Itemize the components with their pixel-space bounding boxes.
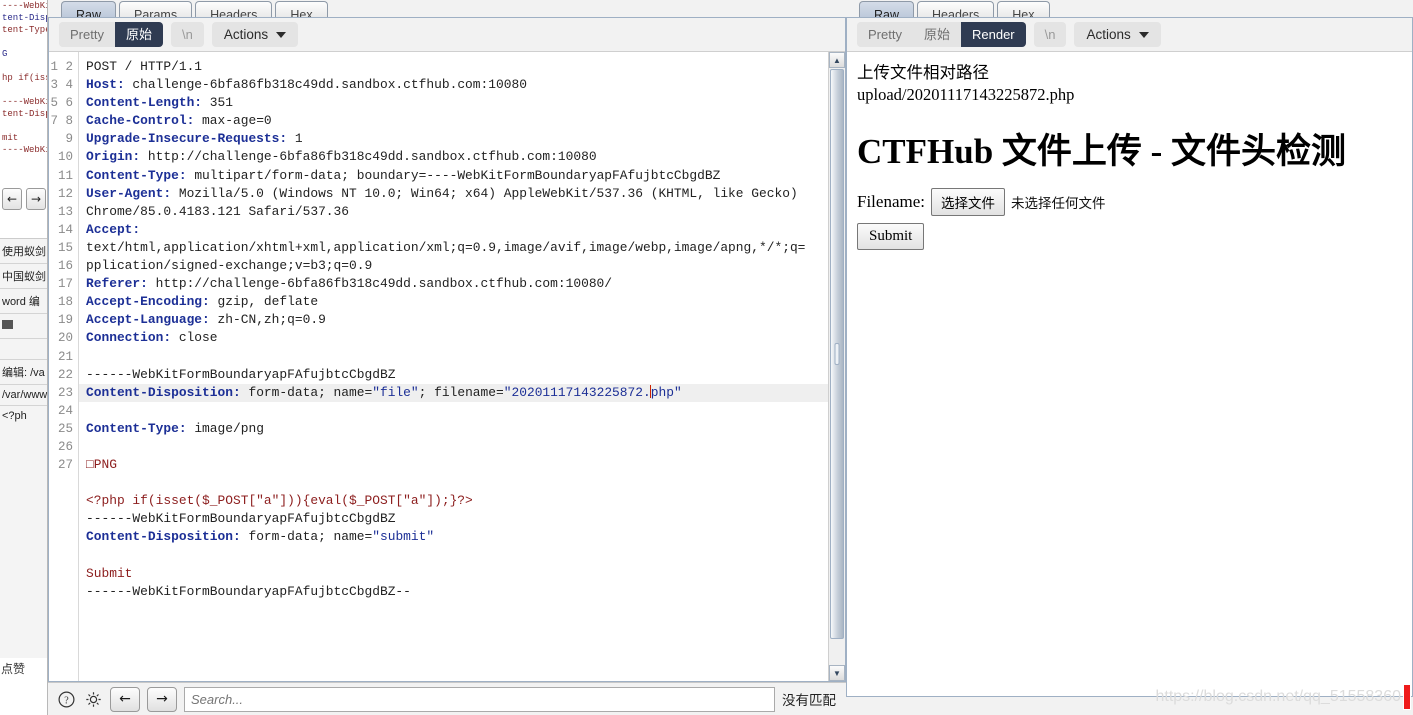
choose-file-button[interactable]: 选择文件 [930,188,1005,216]
request-raw-text[interactable]: POST / HTTP/1.1 Host: challenge-6bfa86fb… [79,52,845,681]
svg-text:?: ? [64,695,69,706]
response-actions-label: Actions [1086,27,1131,42]
background-code-line: hp if(isse [2,73,47,83]
background-code-line: ----WebKitF [2,1,47,11]
background-antsword-row: word 编 [0,288,47,313]
request-vertical-scrollbar[interactable]: ▲ ▼ [828,52,845,681]
background-antsword-rows: 使用蚁剑中国蚁剑 word 编 编辑: /va/var/www <?ph [0,239,47,426]
request-editor[interactable]: 1 2 3 4 5 6 7 8 9 10 11 12 13 14 15 16 1… [49,52,845,681]
response-view-mode-group: Pretty 原始 Render [857,22,1026,47]
question-mark-icon[interactable]: ? [56,689,76,709]
no-file-selected-text: 未选择任何文件 [1010,196,1106,211]
background-code-line [0,120,47,132]
response-panel: Pretty 原始 Render \n Actions 上传文件相对路径 upl… [846,17,1413,697]
request-toolbar: Pretty 原始 \n Actions [49,18,845,52]
request-line-numbers: 1 2 3 4 5 6 7 8 9 10 11 12 13 14 15 16 1… [49,52,79,681]
background-code-line: mit [2,133,19,143]
background-code-line: G [2,49,8,59]
request-panel: Pretty 原始 \n Actions 1 2 3 4 5 6 7 8 9 1… [48,17,846,682]
request-panel-body: Pretty 原始 \n Actions 1 2 3 4 5 6 7 8 9 1… [49,18,845,681]
response-toolbar: Pretty 原始 Render \n Actions [847,18,1412,52]
scrollbar-thumb[interactable] [830,69,844,639]
background-back-arrow-icon: ← [2,188,22,210]
background-code-line: tent-Dispo [2,13,47,23]
background-code-line: tent-Dispo [2,109,47,119]
request-raw-button[interactable]: 原始 [114,22,163,47]
csdn-watermark: https://blog.csdn.net/qq_51558360 [1155,688,1401,705]
scroll-up-arrow-icon[interactable]: ▲ [829,52,845,68]
request-view-mode-group: Pretty 原始 [59,22,163,47]
response-pretty-button[interactable]: Pretty [857,22,913,47]
background-code-lines: ----WebKitF tent-Dispo tent-Type: G hp if(… [0,0,47,156]
response-newline-button[interactable]: \n [1033,22,1067,47]
background-grid-icon [0,313,47,338]
upload-path-label: 上传文件相对路径 [857,63,989,82]
response-actions-button[interactable]: Actions [1074,22,1161,47]
request-newline-button[interactable]: \n [170,22,204,47]
chevron-down-icon [276,31,287,38]
chevron-down-icon [1138,31,1149,38]
background-code-line [0,84,47,96]
background-code-line: ----WebKitF [2,97,47,107]
find-previous-button[interactable]: ← [110,686,140,712]
background-bottom-text: 点赞 [1,662,26,676]
background-antsword-row: 中国蚁剑 [0,263,47,288]
app-root: ----WebKitF tent-Dispo tent-Type: G hp if(… [0,0,1413,715]
background-forward-arrow-icon: → [26,188,46,210]
background-code-line [0,60,47,72]
request-actions-label: Actions [223,27,269,42]
page-title: CTFHub 文件上传 - 文件头检测 [857,132,1347,171]
scroll-down-arrow-icon[interactable]: ▼ [829,665,845,681]
find-next-button[interactable]: → [147,686,177,712]
upload-path-value: upload/20201117143225872.php [857,85,1075,104]
red-edge-marker [1403,684,1411,710]
filename-label: Filename: [857,192,925,211]
match-status-text: 没有匹配 [782,693,836,708]
background-code-line: ----WebKitF [2,145,47,155]
background-code-line [0,36,47,48]
response-render-button[interactable]: Render [960,22,1026,47]
background-window-antsword: 使用蚁剑中国蚁剑 word 编 编辑: /va/var/www <?ph [0,238,47,658]
find-bar: ? ← → 没有匹配 [48,682,846,715]
response-render-view: 上传文件相对路径 upload/20201117143225872.php CT… [847,52,1412,696]
background-antsword-row: <?ph [0,405,47,426]
background-antsword-row [0,338,47,359]
background-nav-arrows: ← → [2,188,46,210]
response-raw-button[interactable]: 原始 [912,22,961,47]
background-window-left: ----WebKitF tent-Dispo tent-Type: G hp if(… [0,0,48,715]
request-pretty-button[interactable]: Pretty [59,22,115,47]
gear-icon[interactable] [83,689,103,709]
submit-button[interactable]: Submit [857,223,925,250]
scrollbar-grip [834,343,840,365]
search-input[interactable] [184,686,775,712]
response-panel-body: Pretty 原始 Render \n Actions 上传文件相对路径 upl… [847,18,1412,696]
request-actions-button[interactable]: Actions [211,22,299,47]
background-antsword-row: 编辑: /va [0,359,47,384]
background-code-line: tent-Type: [2,25,47,35]
background-antsword-row: 使用蚁剑 [2,246,46,258]
filename-form-row: Filename: 选择文件 未选择任何文件 [857,188,1412,216]
background-antsword-row: /var/www [0,384,47,405]
